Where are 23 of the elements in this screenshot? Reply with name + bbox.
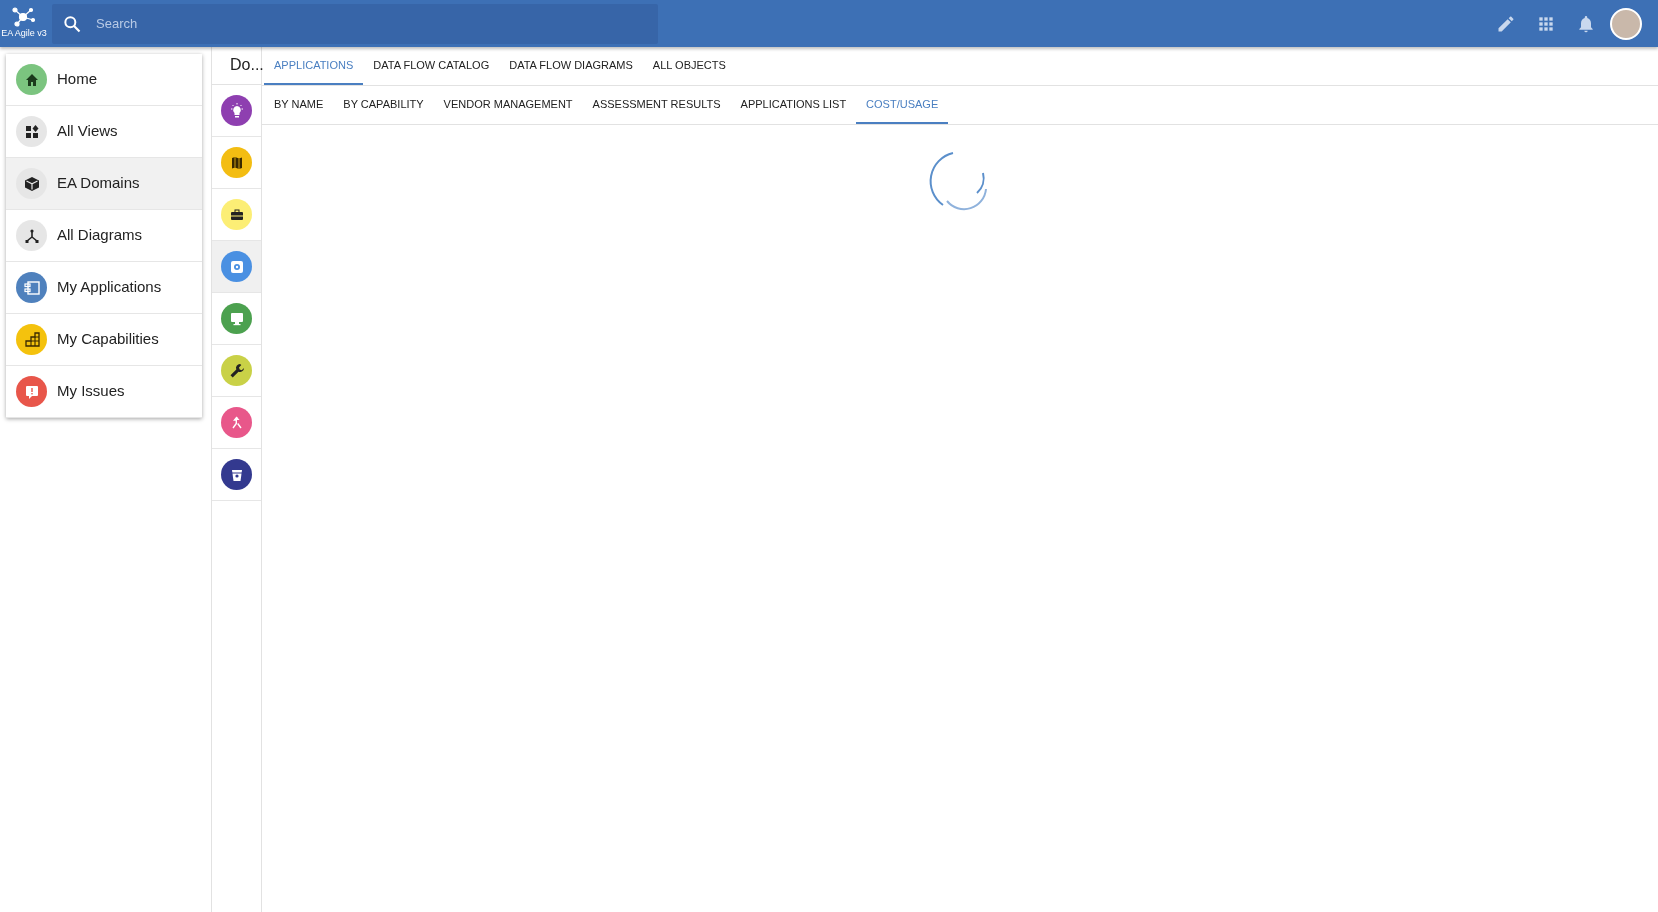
avatar[interactable]	[1610, 7, 1642, 40]
menu-item[interactable]: All Views	[6, 106, 202, 158]
network-logo-icon	[11, 6, 37, 27]
tab[interactable]: DATA FLOW DIAGRAMS	[499, 47, 643, 85]
search-field[interactable]: Search	[52, 3, 658, 44]
sub-tab[interactable]: VENDOR MANAGEMENT	[433, 86, 583, 124]
sub-tab[interactable]: COST/USAGE	[856, 86, 949, 124]
tab[interactable]: DATA FLOW CATALOG	[363, 47, 500, 85]
menu-item[interactable]: EA Domains	[6, 158, 202, 210]
menu-item[interactable]: My Capabilities	[6, 314, 202, 366]
tab[interactable]: APPLICATIONS	[264, 47, 364, 85]
tab[interactable]: ALL OBJECTS	[642, 47, 736, 85]
menu-item[interactable]: All Diagrams	[6, 210, 202, 262]
menu-item[interactable]: My Issues	[6, 366, 202, 418]
sub-tab[interactable]: APPLICATIONS LIST	[730, 86, 857, 124]
menu-item[interactable]: Home	[6, 54, 202, 106]
logo-text: EA Agile v3	[1, 26, 47, 40]
sub-tab[interactable]: BY NAME	[264, 86, 334, 124]
sub-tab[interactable]: BY CAPABILITY	[333, 86, 434, 124]
menu-item[interactable]: My Applications	[6, 262, 202, 314]
sub-tab[interactable]: ASSESSMENT RESULTS	[582, 86, 731, 124]
pencil-icon	[1496, 14, 1516, 35]
bell-icon	[1576, 14, 1596, 35]
